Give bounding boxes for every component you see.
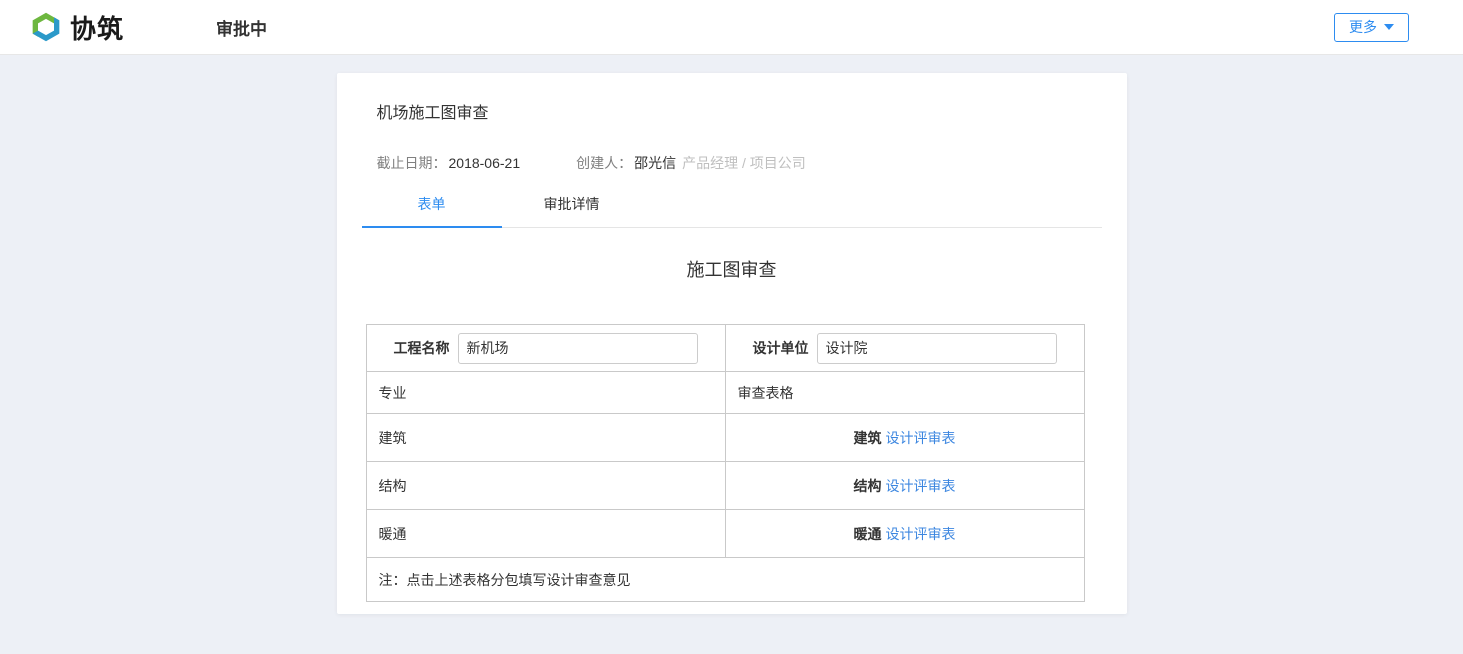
tab-form[interactable]: 表单 [362, 181, 502, 228]
project-name-label: 工程名称 [394, 338, 450, 358]
specialty-hvac: 暖通 [366, 510, 725, 558]
review-label-hvac: 暖通 [854, 526, 882, 542]
form-title: 施工图审查 [337, 256, 1127, 282]
chevron-down-icon [1384, 24, 1394, 30]
logo-icon [30, 11, 62, 43]
deadline-value: 2018-06-21 [449, 155, 521, 171]
table-row: 暖通 暖通设计评审表 [366, 510, 1084, 558]
topbar: 协筑 审批中 更多 [0, 0, 1463, 55]
project-name-input[interactable] [458, 333, 698, 364]
creator-name: 邵光信 [634, 153, 676, 173]
review-form-column-header: 审查表格 [725, 372, 1084, 414]
table-row: 结构 结构设计评审表 [366, 462, 1084, 510]
card-title: 机场施工图审查 [377, 99, 1087, 123]
approval-card: 机场施工图审查 截止日期： 2018-06-21 创建人： 邵光信 产品经理 /… [337, 73, 1127, 614]
table-row: 建筑 建筑设计评审表 [366, 414, 1084, 462]
creator-role: 产品经理 / 项目公司 [682, 153, 806, 173]
page-title: 审批中 [216, 15, 267, 40]
table-note: 注：点击上述表格分包填写设计审查意见 [366, 558, 1084, 602]
specialty-structure: 结构 [366, 462, 725, 510]
review-link-structure[interactable]: 设计评审表 [886, 478, 956, 494]
logo-text: 协筑 [70, 9, 124, 46]
specialty-column-header: 专业 [366, 372, 725, 414]
review-link-architecture[interactable]: 设计评审表 [886, 430, 956, 446]
table-row-note: 注：点击上述表格分包填写设计审查意见 [366, 558, 1084, 602]
more-button-label: 更多 [1349, 17, 1377, 37]
deadline-label: 截止日期： [377, 153, 447, 173]
meta-row: 截止日期： 2018-06-21 创建人： 邵光信 产品经理 / 项目公司 [377, 153, 1087, 173]
more-button[interactable]: 更多 [1334, 13, 1409, 42]
table-row-header: 专业 审查表格 [366, 372, 1084, 414]
specialty-architecture: 建筑 [366, 414, 725, 462]
review-label-structure: 结构 [854, 478, 882, 494]
design-unit-label: 设计单位 [753, 338, 809, 358]
table-row-fields: 工程名称 设计单位 [366, 325, 1084, 372]
tab-bar: 表单 审批详情 [362, 181, 1102, 228]
review-link-hvac[interactable]: 设计评审表 [886, 526, 956, 542]
page-background: 机场施工图审查 截止日期： 2018-06-21 创建人： 邵光信 产品经理 /… [0, 55, 1463, 632]
design-unit-input[interactable] [817, 333, 1057, 364]
tab-approval-details[interactable]: 审批详情 [502, 181, 642, 228]
creator-label: 创建人： [576, 153, 632, 173]
form-table: 工程名称 设计单位 专业 审查表格 [366, 324, 1085, 602]
logo: 协筑 [30, 9, 124, 46]
review-label-architecture: 建筑 [854, 430, 882, 446]
